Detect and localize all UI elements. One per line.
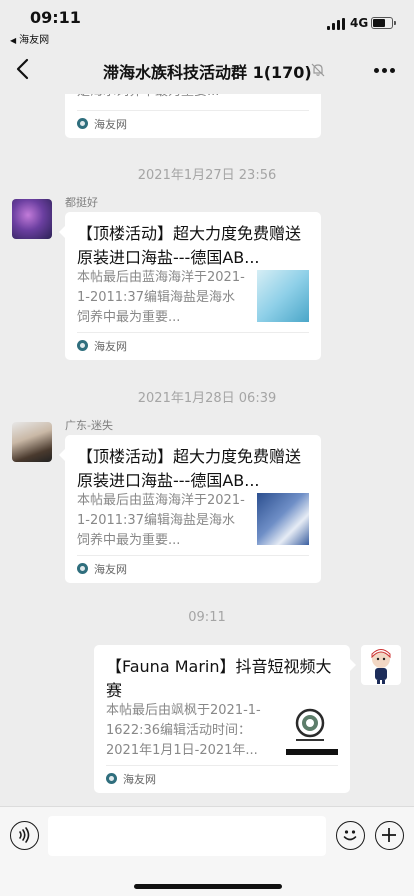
card-title: 【顶楼活动】超大力度免费赠送原装进口海盐---德国AB... bbox=[77, 447, 302, 490]
card-source: 海友网 bbox=[94, 563, 127, 576]
status-bar: 09:11 ◀ 海友网 4G bbox=[0, 0, 414, 46]
message-timestamp: 2021年1月28日 06:39 bbox=[137, 391, 277, 406]
network-type: 4G bbox=[350, 16, 369, 30]
card-description: 本帖最后由蓝海海洋于2021-1-2011:37编辑海盐是海水饲养中最为重要..… bbox=[77, 270, 245, 325]
home-indicator bbox=[134, 884, 282, 889]
message-timestamp: 09:11 bbox=[188, 610, 226, 625]
source-logo-icon bbox=[106, 773, 117, 784]
back-arrow-icon[interactable] bbox=[14, 58, 32, 80]
status-time: 09:11 bbox=[30, 8, 81, 27]
card-title: 【Fauna Marin】抖音短视频大赛 bbox=[106, 657, 332, 700]
sender-name: 都挺好 bbox=[65, 196, 98, 209]
mute-bell-icon bbox=[311, 63, 325, 77]
card-footer: 海友网 bbox=[106, 765, 338, 791]
link-card[interactable]: 【Fauna Marin】抖音短视频大赛 本帖最后由飒枫于2021-1-1622… bbox=[94, 645, 356, 793]
battery-icon bbox=[371, 17, 396, 29]
card-title: 【顶楼活动】超大力度免费赠送原装进口海盐---德国AB... bbox=[77, 224, 302, 267]
message-input[interactable] bbox=[48, 816, 326, 856]
card-thumbnail bbox=[286, 703, 338, 755]
avatar[interactable] bbox=[361, 645, 401, 685]
card-footer: 海友网 bbox=[77, 332, 309, 358]
card-footer: 海友网 bbox=[77, 110, 309, 136]
card-source: 海友网 bbox=[94, 340, 127, 353]
sender-name: 广东-迷失 bbox=[65, 419, 113, 432]
link-card[interactable]: 【顶楼活动】超大力度免费赠送原装进口海盐---德国AB... 本帖最后由蓝海海洋… bbox=[59, 435, 321, 583]
voice-input-button[interactable] bbox=[10, 821, 39, 850]
card-description: 本帖最后由飒枫于2021-1-1622:36编辑活动时间：2021年1月1日-2… bbox=[106, 703, 261, 758]
signal-icon bbox=[327, 18, 345, 30]
chat-input-bar bbox=[0, 806, 414, 896]
source-logo-icon bbox=[77, 340, 88, 351]
chat-header: 滞海水族科技活动群 1(170) bbox=[0, 46, 414, 94]
source-logo-icon bbox=[77, 118, 88, 129]
card-description: 本帖最后由蓝海海洋于2021-1-2011:37编辑海盐是海水饲养中最为重要..… bbox=[77, 493, 245, 548]
card-thumbnail bbox=[257, 493, 309, 545]
card-source: 海友网 bbox=[123, 773, 156, 786]
link-card[interactable]: 【顶楼活动】超大力度免费赠送原装进口海盐---德国AB... 本帖最后由蓝海海洋… bbox=[59, 212, 321, 360]
emoji-icon bbox=[343, 830, 357, 841]
voice-icon bbox=[19, 827, 30, 843]
more-actions-button[interactable] bbox=[375, 821, 404, 850]
back-app-label: 海友网 bbox=[19, 35, 50, 46]
card-description: 是海水饲养中最为重要... bbox=[77, 94, 247, 102]
more-options-icon[interactable] bbox=[374, 68, 396, 74]
link-card[interactable]: 是海水饲养中最为重要... 海友网 bbox=[65, 94, 321, 138]
source-logo-icon bbox=[77, 563, 88, 574]
plus-icon bbox=[382, 828, 396, 842]
card-footer: 海友网 bbox=[77, 555, 309, 581]
cartoon-avatar-icon bbox=[371, 649, 391, 684]
message-list[interactable]: 是海水饲养中最为重要... 海友网 2021年1月27日 23:56 都挺好 【… bbox=[0, 94, 414, 806]
message-timestamp: 2021年1月27日 23:56 bbox=[137, 168, 277, 183]
card-thumbnail bbox=[257, 270, 309, 322]
avatar[interactable] bbox=[12, 422, 52, 462]
chat-title: 滞海水族科技活动群 1(170) bbox=[103, 63, 312, 82]
avatar[interactable] bbox=[12, 199, 52, 239]
back-to-app-link[interactable]: ◀ 海友网 bbox=[10, 31, 49, 46]
card-source: 海友网 bbox=[94, 118, 127, 131]
back-triangle-icon: ◀ bbox=[10, 36, 17, 45]
emoji-button[interactable] bbox=[336, 821, 365, 850]
